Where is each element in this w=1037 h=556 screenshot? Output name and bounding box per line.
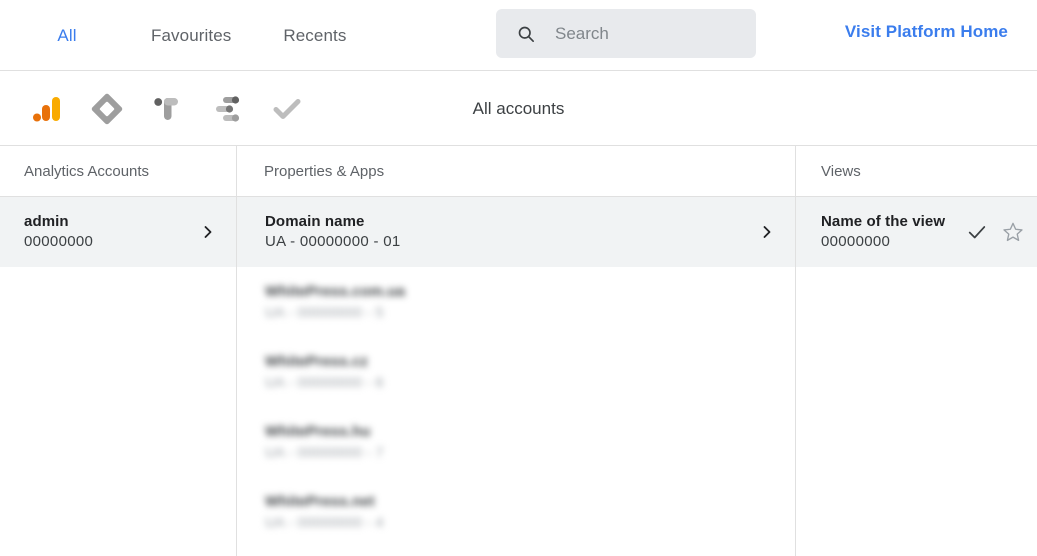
property-id: UA - 00000000 - 01 <box>265 233 401 250</box>
product-icon-surveys[interactable] <box>257 71 317 146</box>
property-id: UA - 00000000 - 5 <box>265 304 384 320</box>
property-name: WhitePress.net <box>265 493 375 510</box>
view-id: 00000000 <box>821 233 891 250</box>
top-bar: All Favourites Recents Visit Platform Ho… <box>0 0 1037 71</box>
column-header-properties: Properties & Apps <box>264 163 385 180</box>
view-row[interactable]: Name of the view 00000000 <box>796 197 1037 267</box>
product-icon-tag-manager[interactable] <box>77 71 137 146</box>
optimize-icon <box>154 97 178 120</box>
chevron-right-icon[interactable] <box>761 226 773 238</box>
search-box[interactable] <box>496 9 756 58</box>
tab-recents[interactable]: Recents <box>273 0 356 71</box>
account-name: admin <box>24 213 69 230</box>
product-icon-data-studio[interactable] <box>197 71 257 146</box>
data-studio-icon <box>216 95 240 122</box>
star-outline-icon[interactable] <box>1002 221 1024 243</box>
product-bar: All accounts <box>0 71 1037 146</box>
property-name: WhitePress.hu <box>265 423 371 440</box>
property-row-text: WhitePress.net UA - 00000000 - 4 <box>265 492 384 532</box>
tab-favourites[interactable]: Favourites <box>141 0 241 71</box>
property-id: UA - 00000000 - 6 <box>265 374 384 390</box>
accounts-panel: admin 00000000 <box>0 197 236 556</box>
search-input[interactable] <box>555 23 735 44</box>
product-icon-optimize[interactable] <box>137 71 197 146</box>
column-header-accounts: Analytics Accounts <box>24 163 150 180</box>
tab-bar: All Favourites Recents <box>0 0 356 71</box>
account-picker-page: All Favourites Recents Visit Platform Ho… <box>0 0 1037 556</box>
property-row-text: Domain name UA - 00000000 - 01 <box>265 212 401 252</box>
product-icon-analytics[interactable] <box>17 71 77 146</box>
property-name: WhitePress.com.ua <box>265 283 406 300</box>
property-row[interactable]: Domain name UA - 00000000 - 01 <box>237 197 795 267</box>
views-panel: Name of the view 00000000 <box>796 197 1037 556</box>
account-row[interactable]: admin 00000000 <box>0 197 236 267</box>
check-icon[interactable] <box>966 221 988 243</box>
property-row[interactable]: WhitePress.com.ua UA - 00000000 - 5 <box>237 267 795 337</box>
property-row[interactable]: WhitePress.net UA - 00000000 - 4 <box>237 477 795 547</box>
tab-all[interactable]: All <box>28 0 106 71</box>
property-row[interactable]: WhitePress.cz UA - 00000000 - 6 <box>237 337 795 407</box>
product-icon-row <box>17 71 317 146</box>
chevron-right-icon[interactable] <box>202 226 214 238</box>
property-row-text: WhitePress.cz UA - 00000000 - 6 <box>265 352 384 392</box>
surveys-checkmark-icon <box>273 98 301 119</box>
account-id: 00000000 <box>24 233 94 250</box>
tab-favourites-label: Favourites <box>151 25 232 45</box>
view-row-actions <box>966 221 1024 243</box>
property-id: UA - 00000000 - 4 <box>265 514 384 530</box>
property-name: Domain name <box>265 213 365 230</box>
visit-platform-home-link[interactable]: Visit Platform Home <box>845 22 1008 42</box>
property-row-text: WhitePress.com.ua UA - 00000000 - 5 <box>265 282 405 322</box>
property-name: WhitePress.cz <box>265 353 369 370</box>
column-header-row: Analytics Accounts Properties & Apps Vie… <box>0 146 1037 197</box>
search-icon <box>518 26 535 42</box>
analytics-icon <box>33 96 60 121</box>
property-row-text: WhitePress.hu UA - 00000000 - 7 <box>265 422 384 462</box>
property-id: UA - 00000000 - 7 <box>265 444 384 460</box>
column-header-views: Views <box>821 163 861 180</box>
tag-manager-icon <box>91 93 123 124</box>
properties-panel: Domain name UA - 00000000 - 01 WhitePres… <box>237 197 795 556</box>
tab-recents-label: Recents <box>283 25 347 45</box>
view-name: Name of the view <box>821 213 946 230</box>
tab-all-label: All <box>57 25 77 45</box>
property-row[interactable]: WhitePress.hu UA - 00000000 - 7 <box>237 407 795 477</box>
view-row-text: Name of the view 00000000 <box>821 212 945 252</box>
account-row-text: admin 00000000 <box>24 212 93 252</box>
